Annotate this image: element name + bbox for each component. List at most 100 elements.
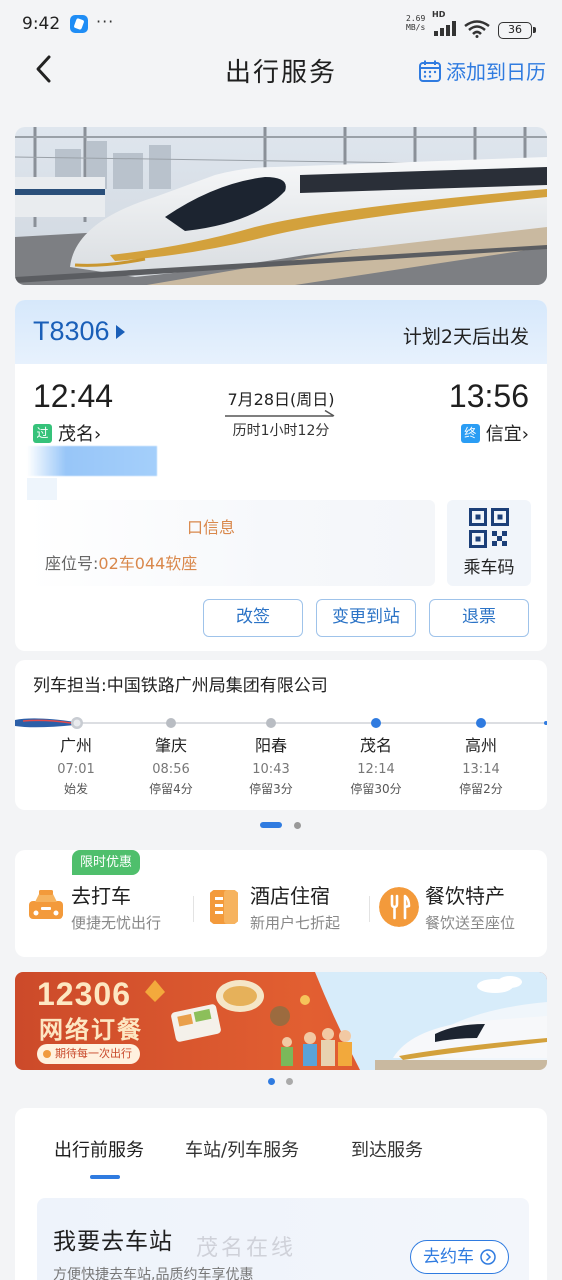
network-speed: 2.69 MB/s: [406, 14, 425, 32]
divider: [193, 896, 194, 922]
stop-info: 停留3分: [249, 782, 293, 796]
stop-name: 高州: [464, 736, 497, 755]
watermark: 茂名在线: [196, 1236, 297, 1261]
seat-label: 座位号:: [45, 554, 99, 573]
pager-active-dot: [268, 1078, 275, 1085]
taxi-icon: [25, 887, 65, 927]
stop-time: 13:14: [462, 762, 500, 777]
route-card: 列车担当:中国铁路广州局集团有限公司 广州 07:01 始发 肇庆 08:56 …: [15, 660, 547, 810]
tab-station-train[interactable]: 车站/列车服务: [185, 1136, 299, 1162]
boarding-code-label: 乘车码: [463, 558, 515, 578]
arrive-time: 13:56: [448, 378, 529, 414]
trip-date: 7月28日(周日): [227, 390, 335, 409]
redacted-passenger-info-2: [27, 478, 57, 500]
hd-label: HD: [432, 10, 446, 19]
hotel-icon: [210, 890, 238, 924]
redacted-passenger-info: [27, 446, 157, 476]
tab-before-travel[interactable]: 出行前服务: [54, 1136, 144, 1162]
tab-arrival[interactable]: 到达服务: [351, 1136, 423, 1162]
change-destination-button[interactable]: 变更到站: [316, 599, 416, 637]
route-stop: 茂名 12:14 停留30分: [326, 732, 426, 797]
pass-station-tag: 过: [33, 423, 52, 443]
go-to-station-subtitle: 方便快捷去车站,品质约车享优惠: [53, 1267, 254, 1280]
taxi-service[interactable]: 去打车 便捷无忧出行: [25, 878, 185, 938]
train-number-link[interactable]: T8306: [33, 316, 125, 347]
route-stop: 广州 07:01 始发: [26, 732, 126, 797]
go-to-station-title: 我要去车站: [53, 1229, 173, 1255]
stop-name: 阳春: [254, 736, 287, 755]
signal-icon: [434, 20, 460, 36]
dining-service[interactable]: 餐饮特产 餐饮送至座位: [379, 878, 545, 938]
stop-name: 肇庆: [154, 736, 187, 755]
active-tab-indicator: [90, 1175, 120, 1179]
change-ticket-button[interactable]: 改签: [203, 599, 303, 637]
dining-title: 餐饮特产: [425, 884, 505, 908]
arrive-station: 信宜›: [485, 424, 529, 445]
divider: [369, 896, 370, 922]
dining-subtitle: 餐饮送至座位: [425, 914, 516, 932]
chevron-right-icon: [480, 1249, 496, 1265]
banner-title: 网络订餐: [39, 1016, 143, 1044]
dining-icon: [379, 887, 419, 927]
direction-arrow-icon: [225, 410, 335, 417]
stop-time: 10:43: [252, 762, 290, 777]
more-notifications-icon: ···: [96, 12, 115, 31]
battery-icon: 36: [498, 22, 536, 39]
train-number: T8306: [33, 316, 110, 346]
stop-time: 12:14: [357, 762, 395, 777]
book-car-button[interactable]: 去约车: [410, 1240, 509, 1274]
book-car-label: 去约车: [423, 1246, 474, 1267]
hotel-subtitle: 新用户七折起: [250, 914, 341, 932]
taxi-subtitle: 便捷无忧出行: [71, 914, 162, 932]
boarding-code-button[interactable]: 乘车码: [447, 500, 531, 586]
meal-order-banner[interactable]: 12306 网络订餐 期待每一次出行: [15, 972, 547, 1070]
stop-info: 停留2分: [459, 782, 503, 796]
stop-name: 广州: [59, 736, 92, 755]
wifi-icon: [464, 20, 490, 38]
ticket-card: T8306 计划2天后出发 12:44 过 茂名› 7月28日(周日) 历时1小…: [15, 300, 547, 651]
arrive-station-link[interactable]: 终 信宜›: [460, 420, 529, 446]
route-stop: 肇庆 08:56 停留4分: [121, 732, 221, 797]
refund-button[interactable]: 退票: [429, 599, 529, 637]
terminal-station-tag: 终: [460, 423, 480, 443]
stop-info: 停留4分: [149, 782, 193, 796]
ticket-header: T8306 计划2天后出发: [15, 300, 547, 364]
caret-right-icon: [115, 324, 125, 339]
network-speed-value: 2.69: [406, 14, 426, 23]
pager-dot: [294, 821, 301, 829]
hotel-service[interactable]: 酒店住宿 新用户七折起: [204, 878, 374, 938]
stop-name: 茂名: [359, 736, 392, 755]
trip-duration: 历时1小时12分: [232, 423, 330, 439]
banner-slogan: 期待每一次出行: [37, 1044, 140, 1064]
hotel-title: 酒店住宿: [250, 884, 330, 908]
promo-badge: 限时优惠: [72, 850, 141, 875]
status-bar: 9:42 ··· 2.69 MB/s HD 36: [0, 0, 562, 42]
route-stop: 高州 13:14 停留2分: [431, 732, 531, 797]
seat-number: 02车044软座: [98, 554, 198, 573]
pager-dot: [286, 1078, 293, 1085]
depart-station: 茂名›: [58, 424, 102, 445]
status-time: 9:42: [22, 14, 61, 34]
depart-time: 12:44: [33, 378, 114, 414]
route-stop: 阳春 10:43 停留3分: [221, 732, 321, 797]
gate-info: 口信息: [187, 518, 236, 537]
app-notification-icon: [70, 15, 88, 33]
network-speed-unit: MB/s: [406, 23, 426, 32]
depart-station-link[interactable]: 过 茂名›: [33, 420, 101, 446]
qr-code-icon: [469, 508, 509, 548]
top-nav: 出行服务 添加到日历: [0, 44, 562, 94]
seat-info-panel: 口信息 座位号: 02车044软座: [27, 500, 435, 586]
banner-brand-number: 12306: [37, 976, 131, 1012]
add-to-calendar-button[interactable]: 添加到日历: [418, 56, 546, 85]
stop-info: 始发: [63, 782, 88, 796]
route-timeline: [15, 717, 547, 729]
taxi-title: 去打车: [71, 884, 131, 908]
add-to-calendar-label: 添加到日历: [446, 60, 546, 84]
calendar-icon: [419, 60, 441, 82]
pager-active-dot: [260, 822, 282, 828]
train-banner-image: [15, 127, 547, 285]
train-operator: 列车担当:中国铁路广州局集团有限公司: [33, 676, 328, 696]
seat-row: 座位号: 02车044软座: [45, 550, 197, 574]
travel-services-card: 限时优惠 去打车 便捷无忧出行 酒店住宿 新用户七折起 餐饮特产 餐饮送至座位: [15, 850, 547, 957]
stop-info: 停留30分: [350, 782, 402, 796]
